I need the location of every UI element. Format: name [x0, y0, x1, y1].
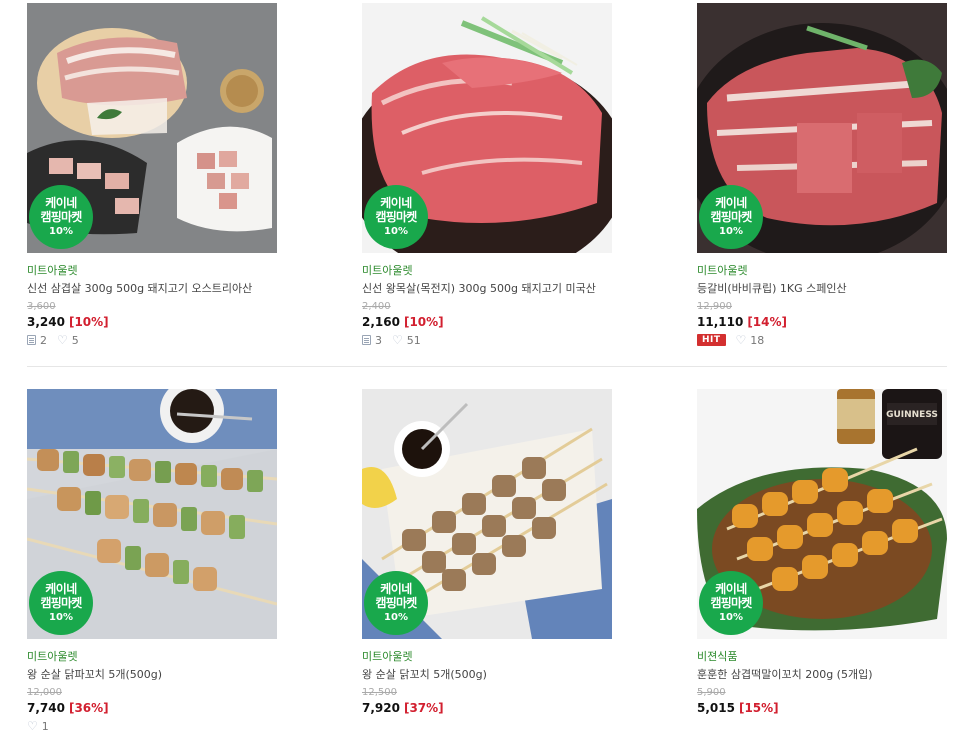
- like-count: 18: [750, 333, 765, 347]
- seller-name[interactable]: 미트아울렛: [362, 262, 413, 278]
- product-thumbnail[interactable]: GUINNESS 케이네 캠핑마켓 10%: [697, 389, 947, 639]
- badge-line2: 캠핑마켓: [710, 209, 753, 224]
- badge-percent: 10%: [384, 225, 408, 237]
- heart-icon[interactable]: ♡: [392, 333, 403, 347]
- badge-line2: 캠핑마켓: [375, 595, 418, 610]
- discount-rate: [15%]: [738, 701, 779, 715]
- original-price: 2,400: [362, 301, 391, 312]
- seller-name[interactable]: 미트아울렛: [362, 648, 413, 664]
- sale-price: 7,740 [36%]: [27, 701, 109, 715]
- product-card[interactable]: 케이네 캠핑마켓 10% 미트아울렛 신선 삼겹살 300g 500g 돼지고기…: [27, 3, 277, 347]
- badge-percent: 10%: [719, 611, 743, 623]
- original-price: 12,000: [27, 687, 62, 698]
- product-card[interactable]: 케이네 캠핑마켓 10% 미트아울렛 등갈비(바비큐립) 1KG 스페인산 12…: [697, 3, 947, 347]
- product-meta: 3 ♡ 51: [362, 333, 421, 347]
- badge-line1: 케이네: [45, 582, 77, 597]
- review-icon: [27, 335, 36, 345]
- original-price: 12,500: [362, 687, 397, 698]
- product-thumbnail[interactable]: 케이네 캠핑마켓 10%: [362, 3, 612, 253]
- badge-percent: 10%: [384, 611, 408, 623]
- original-price: 5,900: [697, 687, 726, 698]
- product-name[interactable]: 왕 순살 닭꼬치 5개(500g): [362, 666, 487, 682]
- sale-price: 3,240 [10%]: [27, 315, 109, 329]
- badge-line2: 캠핑마켓: [40, 595, 83, 610]
- product-name[interactable]: 신선 삼겹살 300g 500g 돼지고기 오스트리아산: [27, 280, 252, 296]
- badge-line2: 캠핑마켓: [375, 209, 418, 224]
- badge-percent: 10%: [49, 611, 73, 623]
- row-divider: [27, 366, 947, 367]
- seller-name[interactable]: 미트아울렛: [27, 648, 78, 664]
- badge-line2: 캠핑마켓: [40, 209, 83, 224]
- badge-line1: 케이네: [45, 196, 77, 211]
- camping-market-badge: 케이네 캠핑마켓 10%: [364, 571, 428, 635]
- camping-market-badge: 케이네 캠핑마켓 10%: [699, 571, 763, 635]
- discount-rate: [37%]: [403, 701, 444, 715]
- product-card[interactable]: 케이네 캠핑마켓 10% 미트아울렛 왕 순살 닭파꼬치 5개(500g) 12…: [27, 389, 277, 733]
- review-count: 2: [40, 333, 47, 347]
- product-card[interactable]: GUINNESS 케이네 캠핑마켓 10% 비젼식품 훈훈한 삼겹떡말이꼬치 2…: [697, 389, 947, 715]
- product-meta: ♡ 1: [27, 719, 49, 733]
- like-count: 51: [406, 333, 421, 347]
- product-thumbnail[interactable]: 케이네 캠핑마켓 10%: [697, 3, 947, 253]
- price-value: 3,240: [27, 315, 65, 329]
- badge-line2: 캠핑마켓: [710, 595, 753, 610]
- original-price: 12,900: [697, 301, 732, 312]
- badge-line1: 케이네: [380, 196, 412, 211]
- original-price: 3,600: [27, 301, 56, 312]
- product-name[interactable]: 왕 순살 닭파꼬치 5개(500g): [27, 666, 162, 682]
- sale-price: 7,920 [37%]: [362, 701, 444, 715]
- hit-badge: HIT: [697, 334, 726, 346]
- seller-name[interactable]: 비젼식품: [697, 648, 737, 664]
- badge-percent: 10%: [49, 225, 73, 237]
- heart-icon[interactable]: ♡: [57, 333, 68, 347]
- price-value: 2,160: [362, 315, 400, 329]
- product-thumbnail[interactable]: 케이네 캠핑마켓 10%: [27, 389, 277, 639]
- product-meta: 2 ♡ 5: [27, 333, 79, 347]
- badge-line1: 케이네: [380, 582, 412, 597]
- sale-price: 11,110 [14%]: [697, 315, 787, 329]
- camping-market-badge: 케이네 캠핑마켓 10%: [29, 185, 93, 249]
- badge-line1: 케이네: [715, 196, 747, 211]
- discount-rate: [14%]: [747, 315, 788, 329]
- camping-market-badge: 케이네 캠핑마켓 10%: [364, 185, 428, 249]
- seller-name[interactable]: 미트아울렛: [27, 262, 78, 278]
- badge-percent: 10%: [719, 225, 743, 237]
- product-card[interactable]: 케이네 캠핑마켓 10% 미트아울렛 왕 순살 닭꼬치 5개(500g) 12,…: [362, 389, 612, 715]
- review-icon: [362, 335, 371, 345]
- product-thumbnail[interactable]: 케이네 캠핑마켓 10%: [362, 389, 612, 639]
- product-name[interactable]: 훈훈한 삼겹떡말이꼬치 200g (5개입): [697, 666, 873, 682]
- review-count: 3: [375, 333, 382, 347]
- heart-icon[interactable]: ♡: [736, 333, 747, 347]
- sale-price: 5,015 [15%]: [697, 701, 779, 715]
- heart-icon[interactable]: ♡: [27, 719, 38, 733]
- product-name[interactable]: 신선 왕목살(목전지) 300g 500g 돼지고기 미국산: [362, 280, 596, 296]
- sale-price: 2,160 [10%]: [362, 315, 444, 329]
- camping-market-badge: 케이네 캠핑마켓 10%: [699, 185, 763, 249]
- price-value: 7,740: [27, 701, 65, 715]
- discount-rate: [10%]: [68, 315, 109, 329]
- price-value: 5,015: [697, 701, 735, 715]
- product-card[interactable]: 케이네 캠핑마켓 10% 미트아울렛 신선 왕목살(목전지) 300g 500g…: [362, 3, 612, 347]
- like-count: 1: [41, 719, 49, 733]
- price-value: 7,920: [362, 701, 400, 715]
- discount-rate: [10%]: [403, 315, 444, 329]
- product-thumbnail[interactable]: 케이네 캠핑마켓 10%: [27, 3, 277, 253]
- seller-name[interactable]: 미트아울렛: [697, 262, 748, 278]
- badge-line1: 케이네: [715, 582, 747, 597]
- like-count: 5: [71, 333, 79, 347]
- camping-market-badge: 케이네 캠핑마켓 10%: [29, 571, 93, 635]
- product-name[interactable]: 등갈비(바비큐립) 1KG 스페인산: [697, 280, 847, 296]
- price-value: 11,110: [697, 315, 744, 329]
- discount-rate: [36%]: [68, 701, 109, 715]
- bottle-label: GUINNESS: [886, 410, 938, 420]
- product-meta: HIT ♡ 18: [697, 333, 764, 347]
